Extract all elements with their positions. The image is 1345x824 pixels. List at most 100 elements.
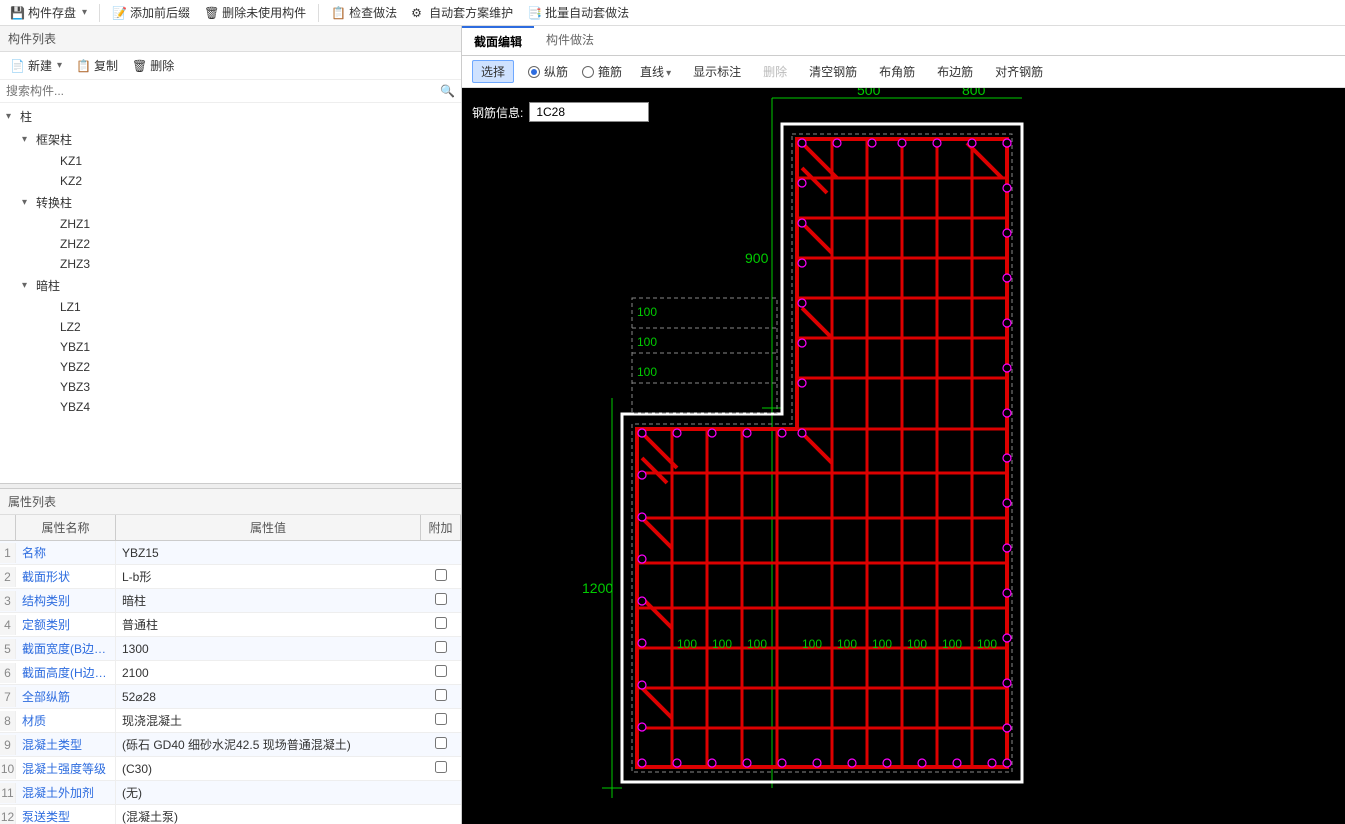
property-body[interactable]: 1名称YBZ152截面形状L-b形3结构类别暗柱4定额类别普通柱5截面宽度(B边… (0, 541, 461, 824)
prop-check[interactable] (435, 665, 447, 677)
tree-node-暗柱[interactable]: ▾暗柱 (0, 274, 461, 297)
svg-text:100: 100 (802, 637, 822, 651)
clear-rebar-button[interactable]: 清空钢筋 (805, 61, 861, 82)
select-tool[interactable]: 选择 (472, 60, 514, 83)
left-panel: 构件列表 📄新建▾ 📋复制 🗑删除 🔍 ▾柱▾框架柱KZ1KZ2▾转换柱ZHZ1… (0, 26, 462, 824)
search-row: 🔍 (0, 80, 461, 103)
radio-vbar[interactable]: 纵筋 (528, 63, 568, 80)
tree-node-柱[interactable]: ▾柱 (0, 105, 461, 128)
svg-text:100: 100 (942, 637, 962, 651)
prop-row-3[interactable]: 3结构类别暗柱 (0, 589, 461, 613)
save-icon: 💾 (10, 6, 24, 20)
delete-unused-icon: 🗑 (204, 6, 218, 20)
align-bar-button[interactable]: 对齐钢筋 (991, 61, 1047, 82)
svg-text:100: 100 (637, 365, 657, 379)
tab-section[interactable]: 截面编辑 (462, 26, 534, 55)
edit-toolbar: 选择 纵筋 箍筋 直线▾ 显示标注 删除 清空钢筋 布角筋 布边筋 对齐钢筋 (462, 56, 1345, 88)
prop-row-9[interactable]: 9混凝土类型(砾石 GD40 细砂水泥42.5 现场普通混凝土) (0, 733, 461, 757)
tree-node-ZHZ2[interactable]: ZHZ2 (0, 234, 461, 254)
svg-text:100: 100 (712, 637, 732, 651)
svg-text:100: 100 (637, 335, 657, 349)
editor-tabs: 截面编辑 构件做法 (462, 26, 1345, 56)
del-unused-button[interactable]: 🗑删除未使用构件 (198, 2, 312, 23)
copy-button[interactable]: 📋复制 (72, 55, 122, 76)
prop-row-11[interactable]: 11混凝土外加剂(无) (0, 781, 461, 805)
tree-node-转换柱[interactable]: ▾转换柱 (0, 191, 461, 214)
prop-check[interactable] (435, 761, 447, 773)
prop-row-12[interactable]: 12泵送类型(混凝土泵) (0, 805, 461, 824)
prop-check[interactable] (435, 713, 447, 725)
search-input[interactable] (0, 80, 461, 102)
prop-check[interactable] (435, 617, 447, 629)
svg-text:100: 100 (977, 637, 997, 651)
copy-icon: 📋 (76, 59, 91, 73)
edge-bar-button[interactable]: 布边筋 (933, 61, 977, 82)
corner-bar-button[interactable]: 布角筋 (875, 61, 919, 82)
chevron-down-icon: ▾ (82, 7, 87, 18)
delete-icon: 🗑 (132, 59, 147, 73)
prefix-icon: 📝 (112, 6, 126, 20)
tree-node-YBZ3[interactable]: YBZ3 (0, 377, 461, 397)
auto-maint-button[interactable]: ⚙自动套方案维护 (405, 2, 519, 23)
svg-text:100: 100 (872, 637, 892, 651)
tree-node-YBZ2[interactable]: YBZ2 (0, 357, 461, 377)
search-icon[interactable]: 🔍 (440, 84, 455, 98)
component-mini-toolbar: 📄新建▾ 📋复制 🗑删除 (0, 52, 461, 80)
property-header: 属性名称 属性值 附加 (0, 515, 461, 541)
section-svg: 500 800 900 1200 (462, 88, 1345, 824)
add-prefix-button[interactable]: 📝添加前后缀 (106, 2, 196, 23)
new-button[interactable]: 📄新建▾ (6, 55, 66, 76)
top-toolbar: 💾构件存盘▾ 📝添加前后缀 🗑删除未使用构件 📋检查做法 ⚙自动套方案维护 📑批… (0, 0, 1345, 26)
svg-text:100: 100 (637, 305, 657, 319)
prop-check[interactable] (435, 641, 447, 653)
delete-button[interactable]: 🗑删除 (128, 55, 178, 76)
tree-node-KZ1[interactable]: KZ1 (0, 151, 461, 171)
tree-node-ZHZ1[interactable]: ZHZ1 (0, 214, 461, 234)
prop-row-4[interactable]: 4定额类别普通柱 (0, 613, 461, 637)
check-button[interactable]: 📋检查做法 (325, 2, 403, 23)
svg-text:100: 100 (747, 637, 767, 651)
save-button[interactable]: 💾构件存盘▾ (4, 2, 93, 23)
delete-rebar-button[interactable]: 删除 (759, 61, 791, 82)
show-dim-button[interactable]: 显示标注 (689, 61, 745, 82)
line-tool[interactable]: 直线▾ (636, 61, 675, 82)
property-title: 属性列表 (0, 489, 461, 515)
prop-row-7[interactable]: 7全部纵筋52⌀28 (0, 685, 461, 709)
batch-auto-button[interactable]: 📑批量自动套做法 (521, 2, 635, 23)
auto-icon: ⚙ (411, 6, 425, 20)
tree-node-LZ1[interactable]: LZ1 (0, 297, 461, 317)
tree-node-框架柱[interactable]: ▾框架柱 (0, 128, 461, 151)
rebar-info-bar: 钢筋信息: (472, 102, 649, 122)
prop-row-10[interactable]: 10混凝土强度等级(C30) (0, 757, 461, 781)
radio-hbar[interactable]: 箍筋 (582, 63, 622, 80)
svg-text:1200: 1200 (582, 580, 613, 596)
prop-row-8[interactable]: 8材质现浇混凝土 (0, 709, 461, 733)
svg-text:800: 800 (962, 88, 986, 98)
prop-check[interactable] (435, 569, 447, 581)
tree-node-YBZ1[interactable]: YBZ1 (0, 337, 461, 357)
rebar-info-input[interactable] (529, 102, 649, 122)
right-panel: 截面编辑 构件做法 选择 纵筋 箍筋 直线▾ 显示标注 删除 清空钢筋 布角筋 … (462, 26, 1345, 824)
tree-node-LZ2[interactable]: LZ2 (0, 317, 461, 337)
property-panel: 属性列表 属性名称 属性值 附加 1名称YBZ152截面形状L-b形3结构类别暗… (0, 489, 461, 824)
svg-text:100: 100 (677, 637, 697, 651)
canvas-area[interactable]: 钢筋信息: 500 800 900 1200 (462, 88, 1345, 824)
prop-check[interactable] (435, 737, 447, 749)
tree-node-ZHZ3[interactable]: ZHZ3 (0, 254, 461, 274)
prop-row-2[interactable]: 2截面形状L-b形 (0, 565, 461, 589)
new-icon: 📄 (10, 59, 25, 73)
svg-text:100: 100 (907, 637, 927, 651)
tab-method[interactable]: 构件做法 (534, 26, 606, 55)
tree-node-KZ2[interactable]: KZ2 (0, 171, 461, 191)
check-icon: 📋 (331, 6, 345, 20)
prop-row-5[interactable]: 5截面宽度(B边)(...1300 (0, 637, 461, 661)
svg-text:900: 900 (745, 250, 769, 266)
component-tree[interactable]: ▾柱▾框架柱KZ1KZ2▾转换柱ZHZ1ZHZ2ZHZ3▾暗柱LZ1LZ2YBZ… (0, 103, 461, 483)
tree-node-YBZ4[interactable]: YBZ4 (0, 397, 461, 417)
prop-check[interactable] (435, 593, 447, 605)
prop-row-6[interactable]: 6截面高度(H边)(...2100 (0, 661, 461, 685)
prop-row-1[interactable]: 1名称YBZ15 (0, 541, 461, 565)
svg-text:500: 500 (857, 88, 881, 98)
component-list-title: 构件列表 (0, 26, 461, 52)
prop-check[interactable] (435, 689, 447, 701)
